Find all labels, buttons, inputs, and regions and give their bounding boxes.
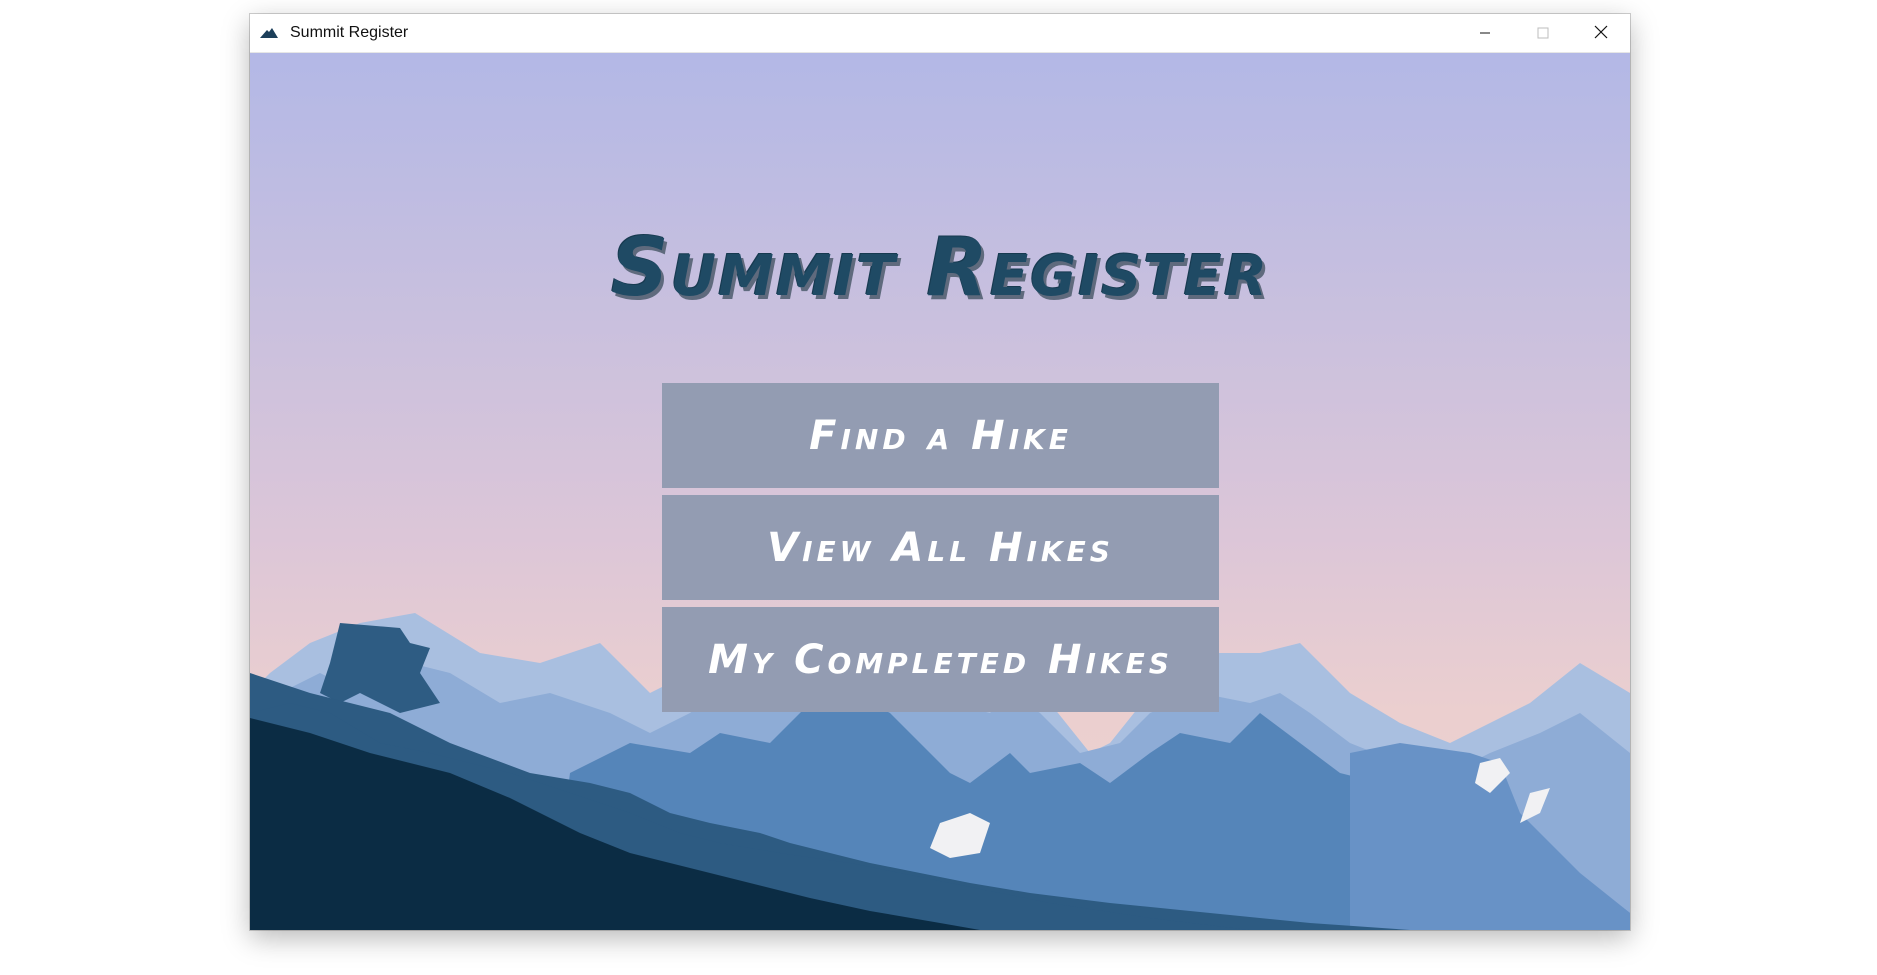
app-window: Summit Register Summit Register Find a H… — [250, 14, 1630, 930]
mountain-icon — [260, 26, 282, 40]
close-button[interactable] — [1572, 14, 1630, 52]
maximize-button[interactable] — [1514, 14, 1572, 52]
main-menu: Find a Hike View All Hikes My Completed … — [662, 383, 1219, 719]
minimize-button[interactable] — [1456, 14, 1514, 52]
view-all-hikes-button[interactable]: View All Hikes — [662, 495, 1219, 600]
app-heading: Summit Register — [611, 221, 1269, 314]
window-controls — [1456, 14, 1630, 52]
background-scene: Summit Register Find a Hike View All Hik… — [250, 53, 1630, 930]
find-a-hike-button[interactable]: Find a Hike — [662, 383, 1219, 488]
window-title: Summit Register — [290, 24, 409, 41]
title-bar[interactable]: Summit Register — [250, 14, 1630, 53]
close-icon — [1594, 24, 1608, 43]
my-completed-hikes-button[interactable]: My Completed Hikes — [662, 607, 1219, 712]
maximize-icon — [1537, 24, 1549, 43]
minimize-icon — [1479, 24, 1491, 43]
